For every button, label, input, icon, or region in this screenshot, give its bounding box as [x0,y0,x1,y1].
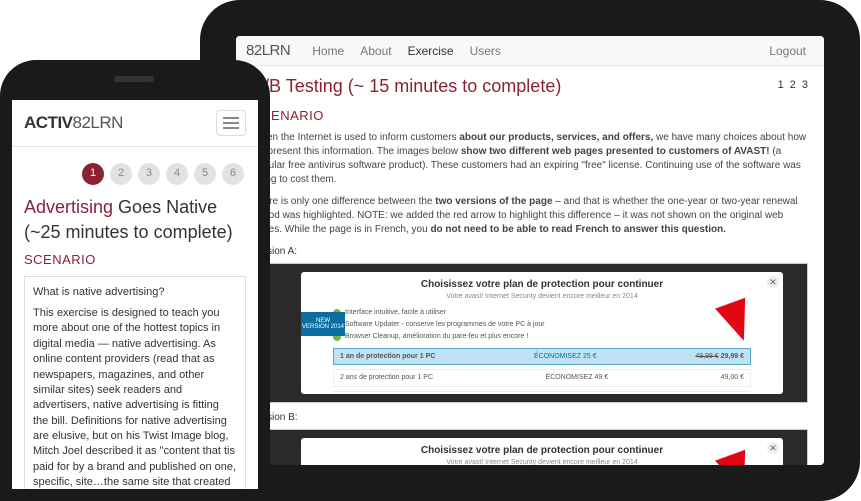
tablet-device: 82LRN Home About Exercise Users Logout A… [200,0,860,501]
new-badge: NEWVERSION 2014 [301,312,345,336]
plan-1yr: 1 an de protection pour 1 PC ÉCONOMISEZ … [333,348,751,366]
shot-subtitle: Votre avast! Internet Security devient e… [313,292,771,302]
close-icon: ✕ [767,276,779,288]
nav-home[interactable]: Home [312,44,344,58]
shot-subtitle: Votre avast! Internet Security devient e… [313,458,771,465]
pager-step-5[interactable]: 5 [194,163,216,185]
feature-row: Software Updater - conserve les programm… [345,320,545,330]
version-b-label: Version B: [252,411,808,425]
feature-row: Browser Cleanup, amélioration du pare-fe… [345,332,528,342]
navbar: ACTIV82LRN [12,100,258,147]
navbar: 82LRN Home About Exercise Users Logout [236,36,824,66]
nav-exercise[interactable]: Exercise [408,44,454,58]
brand: 82LRN [246,42,290,59]
pager-step-3[interactable]: 3 [138,163,160,185]
scenario-heading: SCENARIO [24,251,246,269]
scenario-heading: SCENARIO [252,107,808,125]
phone-screen: ACTIV82LRN 1 2 3 4 5 6 Advertising Goes … [12,100,258,489]
feature-row: Interface intuitive, facile à utiliser [345,308,446,318]
pager-step-1[interactable]: 1 [82,163,104,185]
hamburger-icon[interactable] [216,110,246,136]
pager-step-3[interactable]: 3 [802,78,808,93]
scenario-box: What is native advertising? This exercis… [24,276,246,489]
scenario-p1: When the Internet is used to inform cust… [252,131,808,187]
intro-question: What is native advertising? [33,285,237,300]
exercise-title: A/B Testing (~ 15 minutes to complete) [252,74,778,99]
shot-title: Choisissez votre plan de protection pour… [313,278,771,292]
pager-step-6[interactable]: 6 [222,163,244,185]
shot-title: Choisissez votre plan de protection pour… [313,444,771,458]
scenario-body: This exercise is designed to teach you m… [33,306,237,489]
exercise-title: Advertising Goes Native (~25 minutes to … [24,195,246,245]
pager: 1 2 3 4 5 6 [24,153,246,191]
tablet-screen: 82LRN Home About Exercise Users Logout A… [236,36,824,465]
pager-step-1[interactable]: 1 [778,78,784,93]
pager-step-2[interactable]: 2 [790,78,796,93]
screenshot-a: ✕ Choisissez votre plan de protection po… [252,263,808,403]
scenario-p2: There is only one difference between the… [252,195,808,237]
nav-users[interactable]: Users [470,44,501,58]
nav-about[interactable]: About [360,44,391,58]
nav-logout[interactable]: Logout [769,44,806,58]
plan-3yr: 3 ans de protection pour 1 PC13,00 € [333,391,751,394]
pager: 1 2 3 [778,78,808,93]
phone-device: ACTIV82LRN 1 2 3 4 5 6 Advertising Goes … [0,60,270,501]
phone-speaker [114,76,154,82]
version-a-label: Version A: [252,245,808,259]
plan-2yr: 2 ans de protection pour 1 PCÉCONOMISEZ … [333,369,751,387]
close-icon: ✕ [767,442,779,454]
screenshot-b: ✕ Choisissez votre plan de protection po… [252,429,808,465]
pager-step-4[interactable]: 4 [166,163,188,185]
brand: ACTIV82LRN [24,113,123,133]
pager-step-2[interactable]: 2 [110,163,132,185]
